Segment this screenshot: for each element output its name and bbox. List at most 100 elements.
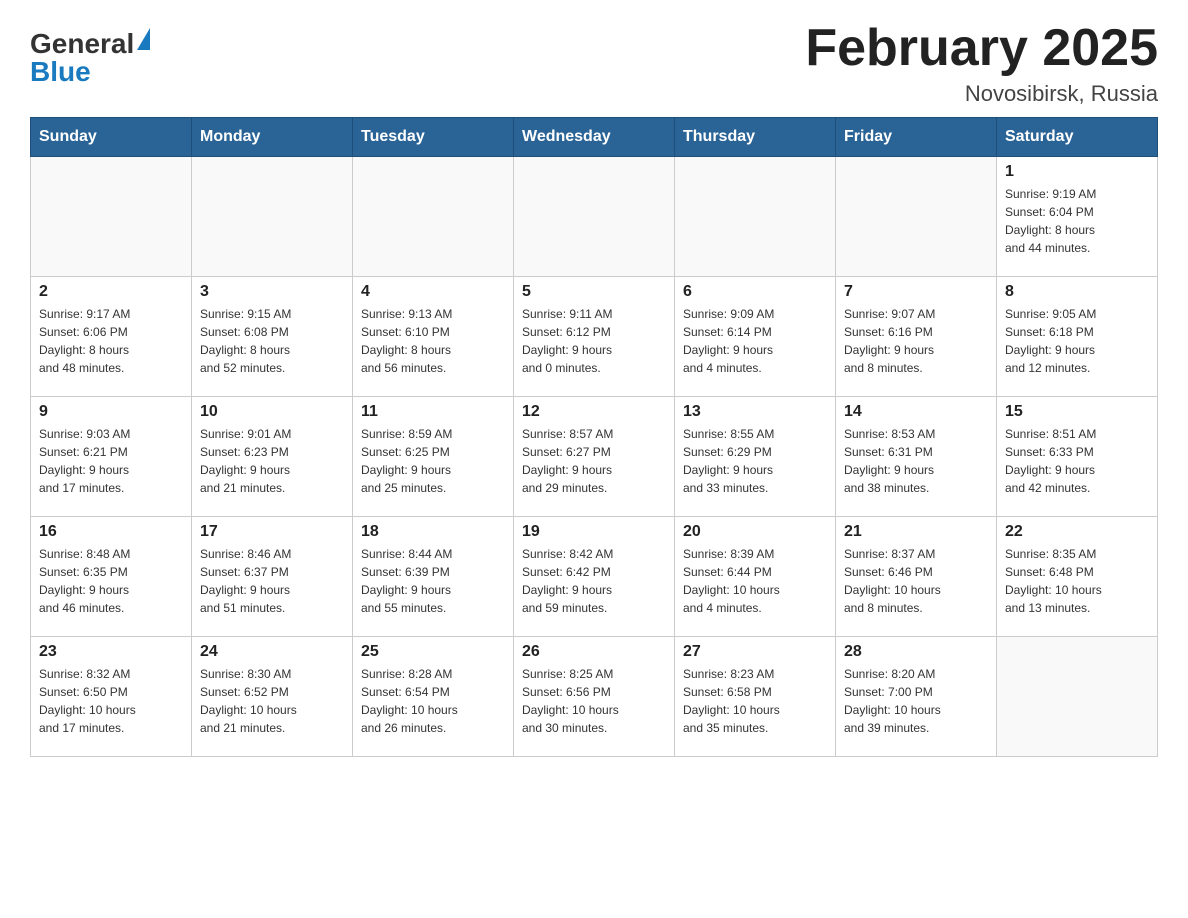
day-info: Sunrise: 8:37 AMSunset: 6:46 PMDaylight:… [844, 545, 988, 617]
day-number: 7 [844, 283, 988, 301]
day-info: Sunrise: 8:48 AMSunset: 6:35 PMDaylight:… [39, 545, 183, 617]
day-info: Sunrise: 9:15 AMSunset: 6:08 PMDaylight:… [200, 305, 344, 377]
day-info: Sunrise: 9:03 AMSunset: 6:21 PMDaylight:… [39, 425, 183, 497]
weekday-header-tuesday: Tuesday [353, 118, 514, 157]
weekday-header-wednesday: Wednesday [514, 118, 675, 157]
calendar-cell [192, 157, 353, 277]
day-number: 28 [844, 643, 988, 661]
calendar-cell: 22Sunrise: 8:35 AMSunset: 6:48 PMDayligh… [997, 517, 1158, 637]
weekday-header-thursday: Thursday [675, 118, 836, 157]
day-number: 5 [522, 283, 666, 301]
calendar-cell: 5 Sunrise: 9:11 AMSunset: 6:12 PMDaylight… [514, 277, 675, 397]
day-number: 2 [39, 283, 183, 301]
day-number: 16 [39, 523, 183, 541]
day-number: 18 [361, 523, 505, 541]
day-number: 14 [844, 403, 988, 421]
calendar-table: SundayMondayTuesdayWednesdayThursdayFrid… [30, 117, 1158, 757]
calendar-cell: 11 Sunrise: 8:59 AMSunset: 6:25 PMDayligh… [353, 397, 514, 517]
weekday-header-monday: Monday [192, 118, 353, 157]
day-info: Sunrise: 8:42 AMSunset: 6:42 PMDaylight:… [522, 545, 666, 617]
day-info: Sunrise: 9:13 AMSunset: 6:10 PMDaylight:… [361, 305, 505, 377]
calendar-cell: 19 Sunrise: 8:42 AMSunset: 6:42 PMDayligh… [514, 517, 675, 637]
logo-general-text: General [30, 30, 134, 58]
day-number: 1 [1005, 163, 1149, 181]
calendar-cell [353, 157, 514, 277]
weekday-header-friday: Friday [836, 118, 997, 157]
day-number: 4 [361, 283, 505, 301]
day-info: Sunrise: 8:46 AMSunset: 6:37 PMDaylight:… [200, 545, 344, 617]
calendar-cell: 9 Sunrise: 9:03 AMSunset: 6:21 PMDaylight… [31, 397, 192, 517]
calendar-cell: 4 Sunrise: 9:13 AMSunset: 6:10 PMDaylight… [353, 277, 514, 397]
month-title: February 2025 [805, 20, 1158, 77]
day-info: Sunrise: 9:11 AMSunset: 6:12 PMDaylight:… [522, 305, 666, 377]
day-number: 19 [522, 523, 666, 541]
calendar-cell: 13Sunrise: 8:55 AMSunset: 6:29 PMDayligh… [675, 397, 836, 517]
calendar-cell: 26 Sunrise: 8:25 AMSunset: 6:56 PMDayligh… [514, 637, 675, 757]
weekday-header-sunday: Sunday [31, 118, 192, 157]
day-number: 10 [200, 403, 344, 421]
day-info: Sunrise: 8:39 AMSunset: 6:44 PMDaylight:… [683, 545, 827, 617]
week-row-1: 2 Sunrise: 9:17 AMSunset: 6:06 PMDaylight… [31, 277, 1158, 397]
calendar-cell: 6 Sunrise: 9:09 AMSunset: 6:14 PMDaylight… [675, 277, 836, 397]
logo: General Blue [30, 20, 150, 86]
calendar-cell: 23 Sunrise: 8:32 AMSunset: 6:50 PMDayligh… [31, 637, 192, 757]
day-number: 25 [361, 643, 505, 661]
day-number: 9 [39, 403, 183, 421]
day-number: 3 [200, 283, 344, 301]
calendar-cell: 17 Sunrise: 8:46 AMSunset: 6:37 PMDayligh… [192, 517, 353, 637]
day-number: 11 [361, 403, 505, 421]
day-info: Sunrise: 8:23 AMSunset: 6:58 PMDaylight:… [683, 665, 827, 737]
calendar-cell: 27 Sunrise: 8:23 AMSunset: 6:58 PMDayligh… [675, 637, 836, 757]
day-info: Sunrise: 8:53 AMSunset: 6:31 PMDaylight:… [844, 425, 988, 497]
day-number: 23 [39, 643, 183, 661]
calendar-cell: 8Sunrise: 9:05 AMSunset: 6:18 PMDaylight… [997, 277, 1158, 397]
day-number: 26 [522, 643, 666, 661]
day-info: Sunrise: 8:57 AMSunset: 6:27 PMDaylight:… [522, 425, 666, 497]
day-info: Sunrise: 9:05 AMSunset: 6:18 PMDaylight:… [1005, 305, 1149, 377]
calendar-cell [836, 157, 997, 277]
calendar-cell [997, 637, 1158, 757]
calendar-cell: 25 Sunrise: 8:28 AMSunset: 6:54 PMDayligh… [353, 637, 514, 757]
day-info: Sunrise: 9:19 AMSunset: 6:04 PMDaylight:… [1005, 185, 1149, 257]
week-row-3: 16 Sunrise: 8:48 AMSunset: 6:35 PMDayligh… [31, 517, 1158, 637]
day-info: Sunrise: 9:17 AMSunset: 6:06 PMDaylight:… [39, 305, 183, 377]
calendar-cell [514, 157, 675, 277]
day-number: 21 [844, 523, 988, 541]
calendar-cell: 20 Sunrise: 8:39 AMSunset: 6:44 PMDayligh… [675, 517, 836, 637]
calendar-cell: 28Sunrise: 8:20 AMSunset: 7:00 PMDayligh… [836, 637, 997, 757]
week-row-4: 23 Sunrise: 8:32 AMSunset: 6:50 PMDayligh… [31, 637, 1158, 757]
day-number: 12 [522, 403, 666, 421]
title-area: February 2025 Novosibirsk, Russia [805, 20, 1158, 107]
calendar-cell: 16 Sunrise: 8:48 AMSunset: 6:35 PMDayligh… [31, 517, 192, 637]
day-number: 24 [200, 643, 344, 661]
day-number: 27 [683, 643, 827, 661]
calendar-cell: 1 Sunrise: 9:19 AMSunset: 6:04 PMDaylight… [997, 157, 1158, 277]
calendar-cell: 24Sunrise: 8:30 AMSunset: 6:52 PMDayligh… [192, 637, 353, 757]
day-info: Sunrise: 8:25 AMSunset: 6:56 PMDaylight:… [522, 665, 666, 737]
day-number: 22 [1005, 523, 1149, 541]
day-number: 20 [683, 523, 827, 541]
logo-blue-text: Blue [30, 58, 91, 86]
calendar-cell: 3 Sunrise: 9:15 AMSunset: 6:08 PMDaylight… [192, 277, 353, 397]
day-info: Sunrise: 8:44 AMSunset: 6:39 PMDaylight:… [361, 545, 505, 617]
calendar-cell [31, 157, 192, 277]
day-number: 13 [683, 403, 827, 421]
calendar-cell: 21 Sunrise: 8:37 AMSunset: 6:46 PMDayligh… [836, 517, 997, 637]
day-info: Sunrise: 8:59 AMSunset: 6:25 PMDaylight:… [361, 425, 505, 497]
day-info: Sunrise: 8:32 AMSunset: 6:50 PMDaylight:… [39, 665, 183, 737]
day-info: Sunrise: 8:51 AMSunset: 6:33 PMDaylight:… [1005, 425, 1149, 497]
location: Novosibirsk, Russia [805, 81, 1158, 107]
weekday-header-saturday: Saturday [997, 118, 1158, 157]
calendar-cell: 12 Sunrise: 8:57 AMSunset: 6:27 PMDayligh… [514, 397, 675, 517]
calendar-cell: 15Sunrise: 8:51 AMSunset: 6:33 PMDayligh… [997, 397, 1158, 517]
day-info: Sunrise: 9:01 AMSunset: 6:23 PMDaylight:… [200, 425, 344, 497]
week-row-2: 9 Sunrise: 9:03 AMSunset: 6:21 PMDaylight… [31, 397, 1158, 517]
day-number: 17 [200, 523, 344, 541]
day-info: Sunrise: 9:09 AMSunset: 6:14 PMDaylight:… [683, 305, 827, 377]
page-header: General Blue February 2025 Novosibirsk, … [30, 20, 1158, 107]
day-number: 6 [683, 283, 827, 301]
calendar-cell: 14 Sunrise: 8:53 AMSunset: 6:31 PMDayligh… [836, 397, 997, 517]
day-info: Sunrise: 8:28 AMSunset: 6:54 PMDaylight:… [361, 665, 505, 737]
day-info: Sunrise: 9:07 AMSunset: 6:16 PMDaylight:… [844, 305, 988, 377]
calendar-cell: 10 Sunrise: 9:01 AMSunset: 6:23 PMDayligh… [192, 397, 353, 517]
